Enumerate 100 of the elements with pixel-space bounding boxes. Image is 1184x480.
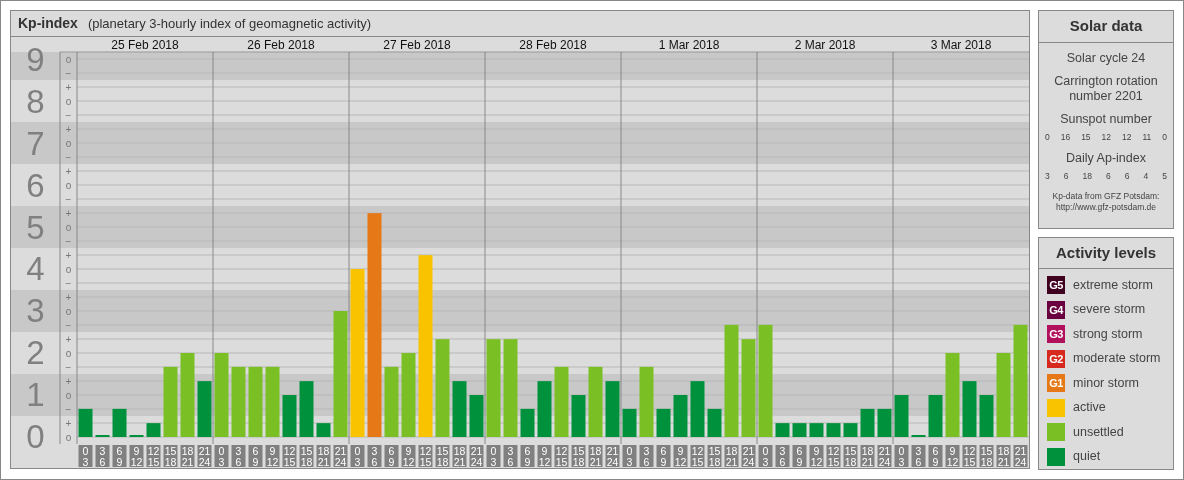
- hour-label: 21 24: [333, 445, 348, 468]
- date-label: 27 Feb 2018: [383, 38, 451, 52]
- axis-label: 2: [26, 334, 45, 372]
- hour-label: 18 21: [724, 445, 739, 468]
- hour-label: 9 12: [673, 445, 688, 468]
- hour-label: 0 3: [622, 445, 637, 468]
- tick-label: +: [65, 417, 72, 429]
- kp-bar: [537, 381, 552, 437]
- tick-label: o: [65, 53, 72, 65]
- kp-bar: [928, 395, 943, 437]
- panel-subtitle: (planetary 3-hourly index of geomagnetic activity): [87, 14, 372, 33]
- hour-label: 18 21: [860, 445, 875, 468]
- hour-label: 18 21: [588, 445, 603, 468]
- tick-label: −: [65, 151, 72, 163]
- x-tick-label: 6 9: [116, 445, 123, 468]
- hour-label: 15 18: [979, 445, 994, 468]
- x-tick-label: 6 9: [524, 445, 531, 468]
- hour-label: 21 24: [469, 445, 484, 468]
- x-tick-label: 6 9: [252, 445, 259, 468]
- hour-label: 3 6: [639, 445, 654, 468]
- tick-label: o: [65, 137, 72, 149]
- kp-bar: [299, 381, 314, 437]
- hour-label: 12 15: [554, 445, 569, 468]
- info-text: Carrington rotation number 2201: [1053, 73, 1159, 104]
- hour-label: 0 3: [214, 445, 229, 468]
- hour-label: 6 9: [248, 445, 263, 468]
- legend-label: strong storm: [1073, 325, 1143, 343]
- tick-label: +: [65, 249, 72, 261]
- level-badge: G3: [1047, 325, 1065, 344]
- kp-bar: [877, 408, 892, 437]
- level-badge: G2: [1047, 349, 1065, 368]
- kp-bar: [673, 395, 688, 437]
- hour-label: 18 21: [180, 445, 195, 468]
- kp-bar: [520, 408, 535, 437]
- daily-value: 15: [1081, 130, 1091, 144]
- hour-label: 12 15: [282, 445, 297, 468]
- x-tick-label: 0 3: [82, 445, 89, 468]
- hour-label: 15 18: [163, 445, 178, 468]
- tick-label: +: [65, 291, 72, 303]
- hour-label: 15 18: [571, 445, 586, 468]
- kp-bar: [384, 366, 399, 437]
- hour-label: 21 24: [877, 445, 892, 468]
- daily-value: 18: [1082, 170, 1092, 183]
- hour-label: 0 3: [758, 445, 773, 468]
- tick-label: +: [65, 81, 72, 93]
- daily-value: 6: [1106, 170, 1111, 183]
- hour-label: 9 12: [809, 445, 824, 468]
- x-tick-label: 0 3: [626, 445, 633, 468]
- axis-label: 7: [26, 124, 45, 162]
- kp-bar: [979, 395, 994, 437]
- hour-label: 0 3: [350, 445, 365, 468]
- hour-label: 18 21: [452, 445, 467, 468]
- hour-label: 21 24: [1013, 445, 1028, 468]
- date-label: 2 Mar 2018: [794, 38, 856, 52]
- x-tick-label: 3 6: [371, 445, 378, 468]
- hour-label: 21 24: [741, 445, 756, 468]
- kp-bar: [197, 381, 212, 437]
- hour-label: 9 12: [945, 445, 960, 468]
- daily-value: 12: [1101, 130, 1112, 144]
- tick-label: −: [65, 403, 72, 415]
- kp-bar: [826, 423, 841, 437]
- x-tick-label: 6 9: [660, 445, 667, 468]
- kp-bar: [78, 408, 93, 437]
- tick-label: o: [65, 389, 72, 401]
- kp-bar: [707, 408, 722, 437]
- hour-label: 21 24: [605, 445, 620, 468]
- date-label: 25 Feb 2018: [111, 38, 179, 52]
- panel-heading: Activity levels: [1039, 237, 1173, 269]
- hour-label: 0 3: [78, 445, 93, 468]
- kp-bar: [469, 395, 484, 437]
- tick-label: o: [65, 179, 72, 191]
- date-label: 28 Feb 2018: [519, 38, 587, 52]
- panel-title: Kp-index: [18, 14, 78, 33]
- axis-label: 1: [26, 376, 45, 414]
- hour-label: 15 18: [435, 445, 450, 468]
- hour-label: 6 9: [384, 445, 399, 468]
- hour-label: 12 15: [146, 445, 161, 468]
- daily-value: 16: [1060, 130, 1071, 144]
- hour-label: 0 3: [486, 445, 501, 468]
- hour-label: 15 18: [707, 445, 722, 468]
- x-tick-label: 3 6: [235, 445, 242, 468]
- hour-label: 15 18: [299, 445, 314, 468]
- tick-label: o: [65, 347, 72, 359]
- daily-value: 11: [1142, 130, 1152, 144]
- kp-bar: [792, 423, 807, 437]
- kp-bar: [146, 423, 161, 437]
- daily-value: 0: [1162, 130, 1167, 144]
- hour-label: 6 9: [520, 445, 535, 468]
- hour-label: 6 9: [656, 445, 671, 468]
- kp-bar: [554, 366, 569, 437]
- tick-label: o: [65, 221, 72, 233]
- level-badge: G4: [1047, 300, 1065, 319]
- info-text: Daily Ap-index: [1065, 151, 1147, 167]
- hour-label: 3 6: [367, 445, 382, 468]
- date-label: 1 Mar 2018: [658, 38, 720, 52]
- kp-bar: [894, 395, 909, 437]
- daily-value: 4: [1143, 170, 1149, 183]
- daily-value: 5: [1162, 170, 1167, 183]
- tick-label: o: [65, 263, 72, 275]
- legend-label: extreme storm: [1073, 276, 1153, 294]
